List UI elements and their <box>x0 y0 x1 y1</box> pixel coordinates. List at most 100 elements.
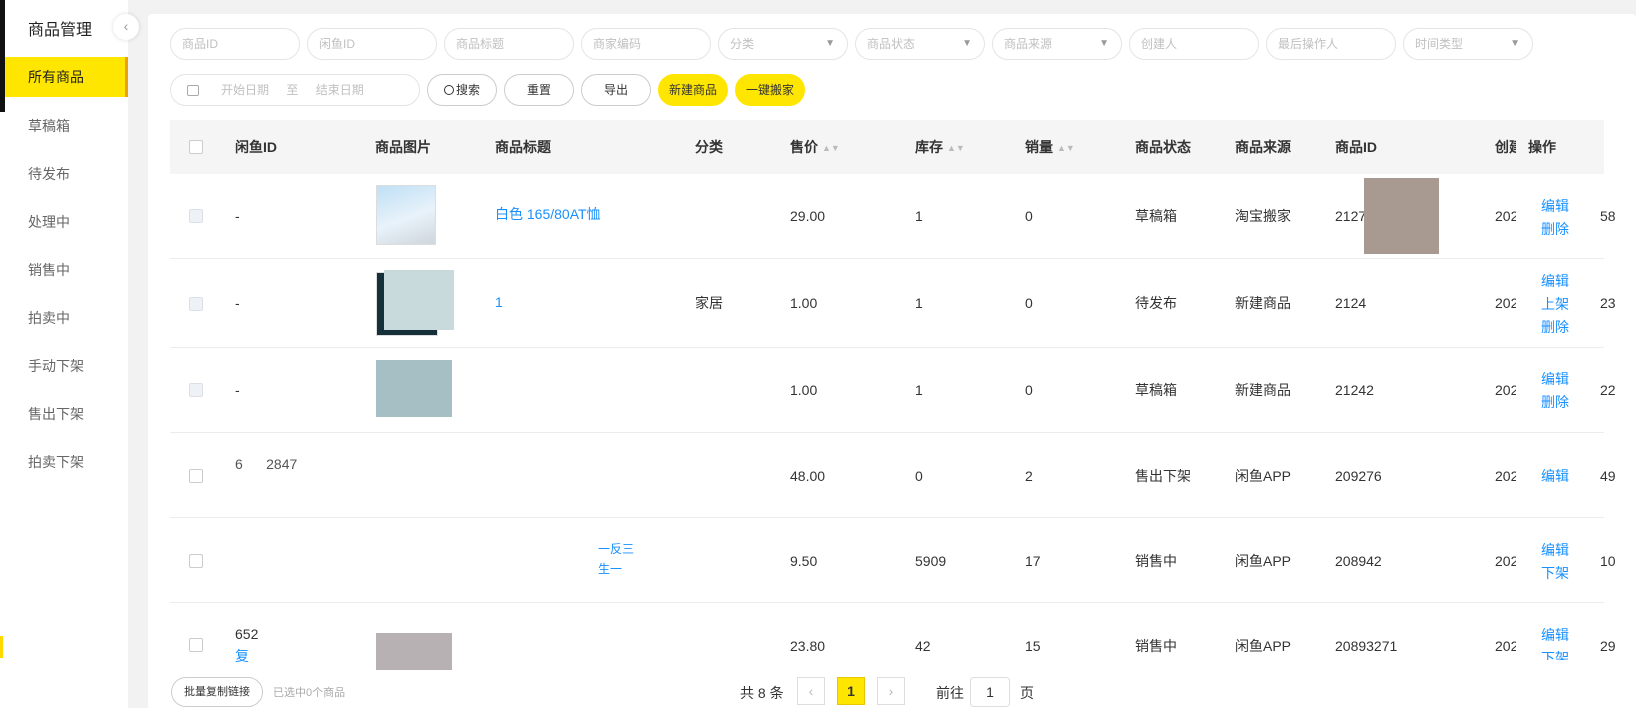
sidebar-item-on-sale[interactable]: 销售中 <box>5 250 128 290</box>
sidebar-item-manual-offshelf[interactable]: 手动下架 <box>5 346 128 386</box>
cell-title-link[interactable]: 1 <box>495 291 503 313</box>
creator-input[interactable]: 创建人 <box>1129 28 1259 60</box>
goto-page-input[interactable]: 1 <box>970 677 1010 707</box>
row-checkbox[interactable] <box>189 638 203 652</box>
edit-link[interactable]: 编辑 <box>1516 465 1594 488</box>
cell-status: 销售中 <box>1135 638 1177 654</box>
edit-link[interactable]: 编辑 <box>1516 368 1594 391</box>
select-all-checkbox[interactable] <box>189 140 203 154</box>
search-icon <box>443 85 454 95</box>
time-type-select[interactable]: 时间类型 ▼ <box>1403 28 1533 60</box>
header-stock[interactable]: 库存 ▲▼ <box>915 120 965 175</box>
sidebar-item-drafts[interactable]: 草稿箱 <box>5 106 128 146</box>
status-select[interactable]: 商品状态 ▼ <box>855 28 985 60</box>
header-title: 商品标题 <box>495 139 551 155</box>
sidebar-item-auctioning[interactable]: 拍卖中 <box>5 298 128 338</box>
cell-source: 闲鱼APP <box>1235 468 1292 484</box>
cell-sales: 2 <box>1025 468 1033 484</box>
cell-title-link[interactable]: 一反三 <box>598 538 634 560</box>
sidebar: 商品管理 所有商品 草稿箱 待发布 处理中 销售中 拍卖中 手动下架 售出下架 … <box>5 0 128 708</box>
edit-link[interactable]: 编辑 <box>1516 539 1594 562</box>
cell-status: 销售中 <box>1135 553 1177 569</box>
cell-overflow: 49 <box>1600 468 1616 484</box>
offshelf-link[interactable]: 下架 <box>1516 647 1594 660</box>
cell-title-link-line2[interactable]: 生一 <box>598 558 622 580</box>
copy-link[interactable]: 复 <box>235 645 249 667</box>
sidebar-item-auction-offshelf[interactable]: 拍卖下架 <box>5 442 128 482</box>
cell-status: 草稿箱 <box>1135 208 1177 224</box>
date-range-picker[interactable]: 开始日期 至 结束日期 <box>170 74 420 106</box>
edit-link[interactable]: 编辑 <box>1516 195 1594 218</box>
sidebar-collapse-button[interactable]: ‹ <box>113 14 139 40</box>
publish-link[interactable]: 上架 <box>1516 293 1594 316</box>
sort-icon: ▲▼ <box>1057 143 1075 154</box>
cell-xianyu-id: - <box>235 382 240 398</box>
row-actions: 编辑 删除 <box>1516 195 1594 241</box>
cell-source: 新建商品 <box>1235 295 1291 311</box>
new-product-button[interactable]: 新建商品 <box>658 74 728 106</box>
sidebar-item-processing[interactable]: 处理中 <box>5 202 128 242</box>
product-thumbnail[interactable] <box>376 185 436 245</box>
cell-xianyu-id: - <box>235 295 240 311</box>
cell-sales: 15 <box>1025 638 1041 654</box>
xianyu-id-input[interactable]: 闲鱼ID <box>307 28 437 60</box>
edit-link[interactable]: 编辑 <box>1516 624 1594 647</box>
category-select[interactable]: 分类 ▼ <box>718 28 848 60</box>
row-actions: 编辑 删除 <box>1516 368 1594 414</box>
one-click-move-button[interactable]: 一键搬家 <box>735 74 805 106</box>
chevron-left-icon: ‹ <box>808 683 814 699</box>
last-operator-input[interactable]: 最后操作人 <box>1266 28 1396 60</box>
sidebar-item-sold-offshelf[interactable]: 售出下架 <box>5 394 128 434</box>
cell-product-id: 209276 <box>1335 468 1382 484</box>
sidebar-item-all-products[interactable]: 所有商品 <box>5 57 128 97</box>
row-actions: 编辑 <box>1516 465 1594 488</box>
redacted-block <box>384 270 454 330</box>
prev-page-button[interactable]: ‹ <box>797 677 825 705</box>
cell-stock: 0 <box>915 468 923 484</box>
header-price[interactable]: 售价 ▲▼ <box>790 120 840 175</box>
row-checkbox[interactable] <box>189 209 203 223</box>
search-button[interactable]: 搜索 <box>427 74 497 106</box>
cell-source: 闲鱼APP <box>1235 638 1292 654</box>
row-checkbox[interactable] <box>189 297 203 311</box>
delete-link[interactable]: 删除 <box>1516 391 1594 414</box>
total-count-text: 共 8 条 <box>740 685 784 701</box>
merchant-code-input[interactable]: 商家编码 <box>581 28 711 60</box>
header-product-id: 商品ID <box>1335 139 1377 155</box>
product-thumbnail[interactable] <box>376 360 452 417</box>
header-sales[interactable]: 销量 ▲▼ <box>1025 120 1075 175</box>
row-checkbox[interactable] <box>189 383 203 397</box>
cell-overflow: 10 <box>1600 553 1616 569</box>
offshelf-link[interactable]: 下架 <box>1516 562 1594 585</box>
selected-count-text: 已选中0个商品 <box>273 687 346 699</box>
cell-xianyu-id: 652 <box>235 626 259 642</box>
header-actions: 操作 <box>1516 120 1596 174</box>
row-checkbox[interactable] <box>189 554 203 568</box>
product-id-input[interactable]: 商品ID <box>170 28 300 60</box>
calendar-icon <box>187 85 199 97</box>
batch-copy-links-button[interactable]: 批量复制链接 <box>171 677 263 707</box>
header-image: 商品图片 <box>375 139 431 155</box>
source-select[interactable]: 商品来源 ▼ <box>992 28 1122 60</box>
export-button[interactable]: 导出 <box>581 74 651 106</box>
row-checkbox[interactable] <box>189 469 203 483</box>
chevron-right-icon: › <box>888 683 894 699</box>
sidebar-item-pending-publish[interactable]: 待发布 <box>5 154 128 194</box>
cell-stock: 1 <box>915 208 923 224</box>
cell-title-link[interactable]: 白色 165/80AT恤 <box>495 203 601 225</box>
page-button-1[interactable]: 1 <box>837 677 865 705</box>
cell-source: 新建商品 <box>1235 382 1291 398</box>
edit-link[interactable]: 编辑 <box>1516 270 1594 293</box>
cell-stock: 5909 <box>915 553 947 569</box>
title-input[interactable]: 商品标题 <box>444 28 574 60</box>
reset-button[interactable]: 重置 <box>504 74 574 106</box>
dropdown-arrow-icon: ▼ <box>962 38 972 49</box>
next-page-button[interactable]: › <box>877 677 905 705</box>
cell-created: 202 <box>1495 295 1519 311</box>
cell-product-id: 21242 <box>1335 382 1374 398</box>
cell-sales: 17 <box>1025 553 1041 569</box>
cell-stock: 1 <box>915 295 923 311</box>
delete-link[interactable]: 删除 <box>1516 316 1594 339</box>
delete-link[interactable]: 删除 <box>1516 218 1594 241</box>
cell-price: 23.80 <box>790 638 826 654</box>
